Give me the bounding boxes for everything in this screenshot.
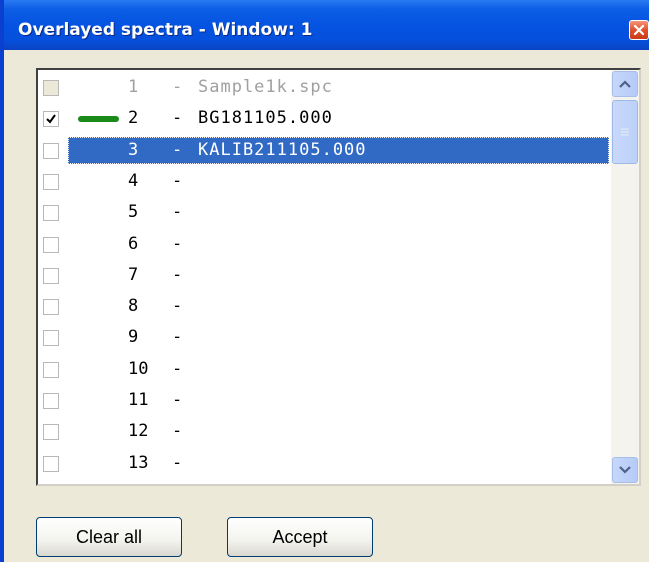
checkmark-icon xyxy=(46,114,56,124)
row-number: 13 xyxy=(128,452,149,473)
window-title: Overlayed spectra - Window: 1 xyxy=(18,20,313,40)
row-checkbox[interactable] xyxy=(43,424,59,441)
row-checkbox[interactable] xyxy=(43,205,59,222)
chevron-down-icon xyxy=(619,466,631,474)
scroll-up-button[interactable] xyxy=(612,71,638,97)
row-checkbox[interactable] xyxy=(43,361,59,378)
spectrum-filename: Sample1k.spc xyxy=(198,77,333,97)
row-checkbox[interactable] xyxy=(43,267,59,284)
row-separator: - xyxy=(172,421,183,442)
row-number: 9 xyxy=(128,327,139,348)
row-checkbox[interactable] xyxy=(43,111,59,128)
row-checkbox[interactable] xyxy=(43,80,59,96)
list-item[interactable]: 9- xyxy=(38,322,611,353)
row-checkbox[interactable] xyxy=(43,173,59,190)
row-separator: - xyxy=(172,139,183,160)
row-number: 11 xyxy=(128,390,149,410)
row-separator: - xyxy=(172,202,183,223)
scroll-down-button[interactable] xyxy=(612,457,638,483)
row-number: 5 xyxy=(128,202,139,223)
spectra-rows: 1- Sample1k.spc 2- BG181105.000 3- KALIB21110… xyxy=(38,70,611,484)
row-number: 2 xyxy=(128,108,139,129)
vertical-scrollbar[interactable] xyxy=(611,70,639,484)
list-item[interactable]: 12 - xyxy=(38,416,611,447)
list-item[interactable]: 7- xyxy=(38,260,611,291)
row-separator: - xyxy=(172,358,183,379)
row-number: 3 xyxy=(128,139,139,160)
row-separator: - xyxy=(172,108,183,129)
list-item[interactable]: 13 - xyxy=(38,448,611,479)
list-item[interactable]: 11 - xyxy=(38,385,611,416)
row-checkbox[interactable] xyxy=(43,299,59,316)
row-separator: - xyxy=(172,327,183,348)
row-separator: - xyxy=(172,170,183,191)
grip-icon xyxy=(621,128,629,136)
chevron-up-icon xyxy=(619,80,631,88)
dialog-window: Overlayed spectra - Window: 1 1- Sample1k… xyxy=(0,0,649,562)
title-bar[interactable]: Overlayed spectra - Window: 1 xyxy=(4,0,649,50)
row-separator: - xyxy=(172,390,183,410)
row-number: 10 xyxy=(128,358,149,379)
scroll-thumb[interactable] xyxy=(612,100,638,164)
list-item[interactable]: 6- xyxy=(38,229,611,260)
row-separator: - xyxy=(172,452,183,473)
row-checkbox[interactable] xyxy=(43,330,59,347)
spectra-list[interactable]: 1- Sample1k.spc 2- BG181105.000 3- KALIB21110… xyxy=(36,68,641,486)
close-icon xyxy=(633,24,645,36)
row-number: 4 xyxy=(128,170,139,191)
list-item[interactable]: 3 - KALIB211105.000 xyxy=(38,135,611,166)
list-item[interactable]: 10 - xyxy=(38,354,611,385)
row-number: 7 xyxy=(128,264,139,285)
row-checkbox[interactable] xyxy=(43,455,59,472)
row-separator: - xyxy=(172,77,183,97)
clear-all-button[interactable]: Clear all xyxy=(36,517,182,557)
close-button[interactable] xyxy=(629,20,649,40)
spectrum-filename: KALIB211105.000 xyxy=(198,139,367,160)
list-item[interactable]: 5- xyxy=(38,197,611,228)
row-number: 8 xyxy=(128,296,139,317)
list-item[interactable]: 1 - Sample1k.spc xyxy=(38,72,611,103)
list-item[interactable]: 8- xyxy=(38,291,611,322)
series-color-swatch xyxy=(78,116,119,123)
row-number: 6 xyxy=(128,233,139,254)
row-number: 12 xyxy=(128,421,149,442)
row-separator: - xyxy=(172,264,183,285)
row-checkbox[interactable] xyxy=(43,142,59,159)
list-item[interactable]: 2 - BG181105.000 xyxy=(38,103,611,134)
spectrum-filename: BG181105.000 xyxy=(198,108,333,129)
row-checkbox[interactable] xyxy=(43,236,59,253)
list-item[interactable]: 4- xyxy=(38,166,611,197)
row-separator: - xyxy=(172,233,183,254)
accept-button[interactable]: Accept xyxy=(227,517,373,557)
row-separator: - xyxy=(172,296,183,317)
row-checkbox[interactable] xyxy=(43,393,59,409)
row-number: 1 xyxy=(128,77,139,97)
